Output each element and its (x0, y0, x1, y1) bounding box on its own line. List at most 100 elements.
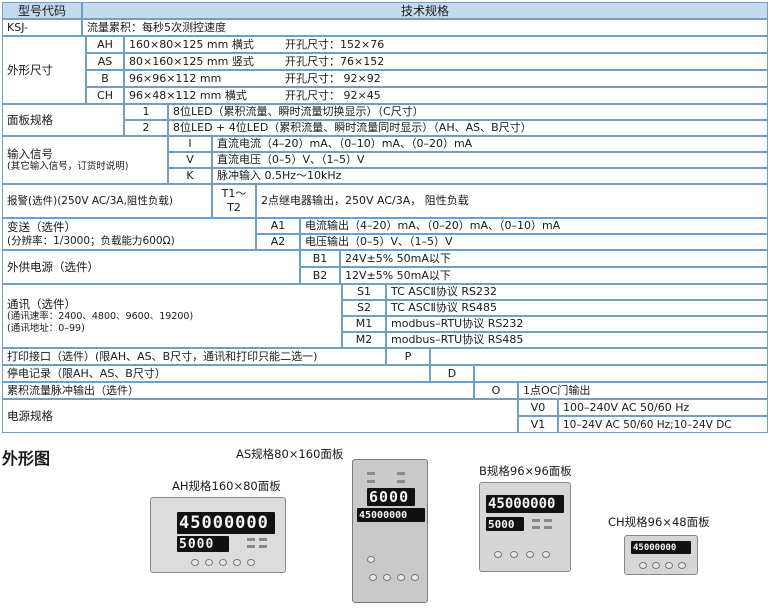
input-spec-i: 直流电流（4–20）mA、（0–10）mA、（0–20）mA (212, 136, 768, 152)
as-indicator-led (397, 472, 405, 475)
as-panel-image: 6000 45000000 (352, 459, 428, 603)
b-indicator-led (544, 526, 552, 529)
panel-code-1: 1 (124, 104, 168, 120)
poweroff-code: D (430, 365, 474, 382)
as-key-button (369, 574, 377, 581)
power-ext-code-b1: B1 (300, 250, 340, 267)
power-ext-spec-b1: 24V±5% 50mA以下 (340, 250, 768, 267)
alarm-code-t2: T2 (227, 201, 241, 214)
print-spec-empty (430, 348, 768, 365)
b-key-button (510, 551, 518, 558)
comm-category-cell: 通讯（选件） (通讯速率：2400、4800、9600、19200) (通讯地址… (2, 284, 342, 348)
as-indicator-led (397, 480, 405, 483)
pulse-out-code: O (474, 382, 518, 399)
pulse-out-spec: 1点OC门输出 (518, 382, 768, 399)
ah-key-button (191, 559, 199, 566)
alarm-spec: 2点继电器输出，250V AC/3A， 阻性负载 (256, 184, 768, 218)
comm-code-m2: M2 (342, 332, 386, 348)
as-panel-label: AS规格80×160面板 (236, 447, 344, 461)
b-main-display: 45000000 (486, 495, 564, 513)
transmit-spec-a2: 电压输出（0–5）V、（1–5）V (300, 234, 768, 250)
b-key-button (526, 551, 534, 558)
ah-main-display: 45000000 (177, 512, 275, 534)
as-main-display: 45000000 (357, 508, 425, 522)
as-indicator-led (367, 480, 375, 483)
dim-code-as: AS (86, 53, 124, 70)
ah-panel-image: 45000000 5000 (150, 497, 286, 573)
dimensions-category: 外形尺寸 (2, 36, 86, 104)
b-panel-image: 45000000 5000 (479, 482, 571, 572)
transmit-category-cell: 变送（选件） (分辨率：1/3000；负载能力600Ω) (2, 218, 256, 250)
input-code-k: K (168, 168, 212, 184)
dim-code-ah: AH (86, 36, 124, 53)
supply-code-v0: V0 (518, 399, 558, 416)
as-sub-display: 6000 (367, 488, 415, 506)
b-panel-label: B规格96×96面板 (479, 464, 572, 478)
alarm-category: 报警(选件)(250V AC/3A,阻性负载) (2, 184, 212, 218)
ah-key-button (219, 559, 227, 566)
dim-cutout-ah: 开孔尺寸：152×76 (285, 37, 385, 51)
as-key-button (411, 574, 419, 581)
ah-key-button (205, 559, 213, 566)
ah-key-button (247, 559, 255, 566)
comm-note-rate: (通讯速率：2400、4800、9600、19200) (7, 311, 194, 322)
ah-indicator-led (259, 538, 267, 541)
supply-code-v1: V1 (518, 416, 558, 433)
comm-spec-m1: modbus–RTU协议 RS232 (386, 316, 768, 332)
b-indicator-led (532, 519, 540, 522)
comm-note-address: (通讯地址：0–99) (7, 323, 85, 334)
input-category: 输入信号 (7, 147, 53, 161)
dim-row-b: 96×96×112 mm 开孔尺寸： 92×92 (124, 70, 768, 87)
dim-cutout-ch: 开孔尺寸： 92×45 (285, 88, 381, 102)
panel-spec-1: 8位LED（累积流量、瞬时流量切换显示）（C尺寸） (168, 104, 768, 120)
alarm-code-cell: T1～ T2 (212, 184, 256, 218)
dim-code-b: B (86, 70, 124, 87)
panel-category: 面板规格 (2, 104, 124, 136)
dim-spec-ch: 96×48×112 mm 横式 (129, 88, 247, 102)
transmit-category: 变送（选件） (7, 220, 76, 234)
as-key-button (367, 556, 375, 563)
header-tech-spec: 技术规格 (82, 2, 768, 19)
ah-sub-display: 5000 (177, 536, 229, 552)
input-spec-k: 脉冲输入 0.5Hz～10kHz (212, 168, 768, 184)
b-sub-display: 5000 (486, 517, 524, 531)
dim-spec-ah: 160×80×125 mm 横式 (129, 37, 254, 51)
comm-code-m1: M1 (342, 316, 386, 332)
as-indicator-led (367, 472, 375, 475)
dim-spec-as: 80×160×125 mm 竖式 (129, 54, 254, 68)
comm-spec-m2: modbus–RTU协议 RS485 (386, 332, 768, 348)
panel-code-2: 2 (124, 120, 168, 136)
print-code: P (386, 348, 430, 365)
outline-title: 外形图 (2, 449, 51, 468)
ah-indicator-led (259, 545, 267, 548)
ch-panel-label: CH规格96×48面板 (608, 515, 710, 529)
dim-cutout-b: 开孔尺寸： 92×92 (285, 71, 381, 85)
dim-row-as: 80×160×125 mm 竖式 开孔尺寸：76×152 (124, 53, 768, 70)
ch-key-button (639, 562, 647, 569)
print-category: 打印接口（选件）(限AH、AS、B尺寸，通讯和打印只能二选一) (2, 348, 386, 365)
b-indicator-led (544, 519, 552, 522)
comm-spec-s2: TC ASCⅡ协议 RS485 (386, 300, 768, 316)
dim-code-ch: CH (86, 87, 124, 104)
input-code-v: V (168, 152, 212, 168)
comm-code-s1: S1 (342, 284, 386, 300)
ah-panel-label: AH规格160×80面板 (172, 479, 281, 493)
power-ext-spec-b2: 12V±5% 50mA以下 (340, 267, 768, 284)
ch-main-display: 45000000 (631, 541, 691, 554)
ch-key-button (652, 562, 660, 569)
power-ext-code-b2: B2 (300, 267, 340, 284)
ch-key-button (665, 562, 673, 569)
as-key-button (397, 574, 405, 581)
input-note: (其它输入信号，订货时说明) (7, 161, 129, 172)
dim-cutout-as: 开孔尺寸：76×152 (285, 54, 385, 68)
ah-indicator-led (247, 545, 255, 548)
ah-indicator-led (247, 538, 255, 541)
dim-row-ch: 96×48×112 mm 横式 开孔尺寸： 92×45 (124, 87, 768, 104)
supply-spec-v1: 10–24V AC 50/60 Hz;10–24V DC (558, 416, 768, 433)
comm-category: 通讯（选件） (7, 297, 76, 311)
b-key-button (494, 551, 502, 558)
pulse-out-category: 累积流量脉冲输出（选件） (2, 382, 474, 399)
ch-panel-image: 45000000 (624, 535, 698, 575)
transmit-note: (分辨率：1/3000；负载能力600Ω) (7, 235, 175, 247)
transmit-spec-a1: 电流输出（4–20）mA、（0–20）mA、（0–10）mA (300, 218, 768, 234)
